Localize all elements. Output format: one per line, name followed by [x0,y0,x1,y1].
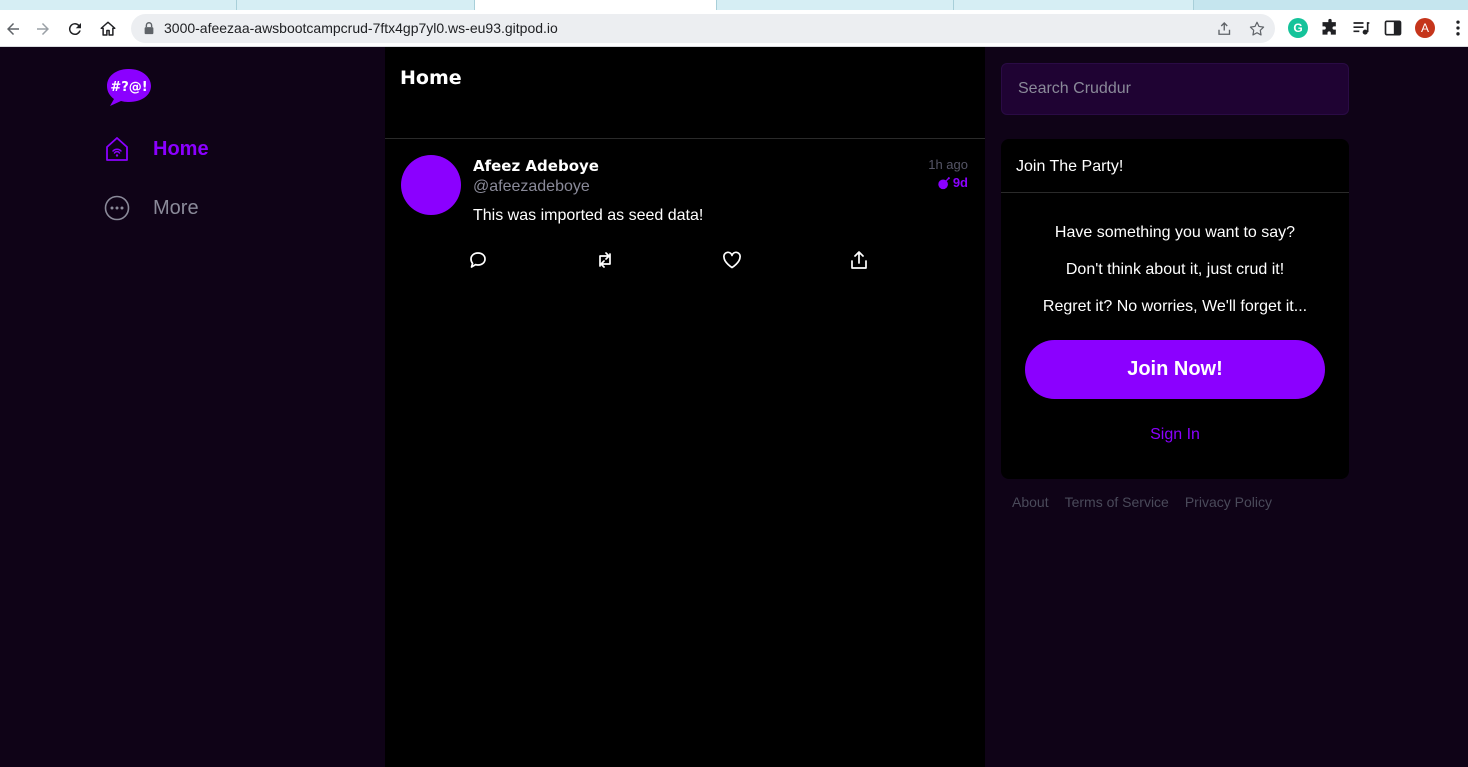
activity-expiry: 9d [937,175,968,190]
divider [1001,192,1349,193]
share-button[interactable] [848,249,870,271]
browser-toolbar: 3000-afeezaa-awsbootcampcrud-7ftx4gp7yl0… [0,10,1468,47]
join-text-line: Regret it? No worries, We'll forget it..… [1042,298,1308,315]
share-icon [851,251,867,269]
grammarly-extension-icon[interactable]: G [1288,18,1308,38]
nav-item-more[interactable]: More [104,195,199,221]
browser-tab[interactable] [954,0,1194,10]
repost-icon [599,252,611,268]
join-text-line: Don't think about it, just crud it! [1065,261,1285,278]
reply-button[interactable] [467,249,489,271]
svg-text:#?@!: #?@! [110,80,147,95]
nav-item-home[interactable]: Home [104,136,209,162]
like-button[interactable] [721,249,743,271]
activity-display-name[interactable]: Afeez Adeboye [473,157,599,175]
reload-icon[interactable] [62,16,88,42]
media-queue-icon[interactable] [1351,18,1371,38]
activity-feed: Home Afeez Adeboye @afeezadeboye This wa… [385,47,985,767]
more-icon [104,195,130,221]
activity-handle[interactable]: @afeezadeboye [473,178,590,196]
profile-avatar[interactable]: A [1415,18,1435,38]
tab-strip [0,0,1468,10]
home-browser-icon[interactable] [95,16,121,42]
terms-link[interactable]: Terms of Service [1065,494,1169,510]
footer-links: About Terms of Service Privacy Policy [1012,494,1272,510]
browser-tab[interactable] [237,0,475,10]
browser-menu-icon[interactable] [1448,18,1468,38]
lock-icon [144,22,154,35]
side-panel-icon[interactable] [1383,18,1403,38]
cruddur-logo[interactable]: #?@! [105,67,153,107]
join-party-box: Join The Party! Have something you want … [1001,139,1349,479]
bookmark-star-icon[interactable] [1248,20,1266,38]
search-box [1001,63,1349,115]
page-title: Home [400,67,462,89]
share-page-icon[interactable] [1216,20,1234,38]
activity-message: This was imported as seed data! [473,207,704,224]
activity-expires-in: 9d [952,175,968,190]
browser-tab[interactable] [0,0,237,10]
feed-header: Home [385,47,985,139]
address-bar[interactable]: 3000-afeezaa-awsbootcampcrud-7ftx4gp7yl0… [131,14,1275,43]
browser-tab-active[interactable] [475,0,717,10]
like-icon [723,251,741,269]
repost-button[interactable] [594,249,616,271]
nav-more-label: More [153,196,199,219]
extensions-puzzle-icon[interactable] [1320,18,1340,38]
activity-time-ago: 1h ago [928,157,968,172]
about-link[interactable]: About [1012,494,1049,510]
join-now-button[interactable]: Join Now! [1025,340,1325,399]
bomb-icon [938,176,950,189]
avatar[interactable] [401,155,461,215]
sidebar: #?@! Home More [0,47,385,767]
reply-icon [470,252,486,268]
privacy-link[interactable]: Privacy Policy [1185,494,1272,510]
nav-home-label: Home [153,137,209,160]
browser-tab[interactable] [717,0,954,10]
join-title: Join The Party! [1016,158,1124,175]
cruddur-app: #?@! Home More Home Afeez Adeboye @afeez… [0,47,1468,767]
activity-item[interactable]: Afeez Adeboye @afeezadeboye This was imp… [385,139,985,284]
forward-icon[interactable] [30,16,56,42]
back-icon[interactable] [0,16,26,42]
home-icon [106,137,128,161]
sign-in-link[interactable]: Sign In [1001,426,1349,444]
search-input[interactable] [1002,64,1348,114]
join-text-line: Have something you want to say? [1054,224,1296,241]
url-text: 3000-afeezaa-awsbootcampcrud-7ftx4gp7yl0… [164,20,558,36]
